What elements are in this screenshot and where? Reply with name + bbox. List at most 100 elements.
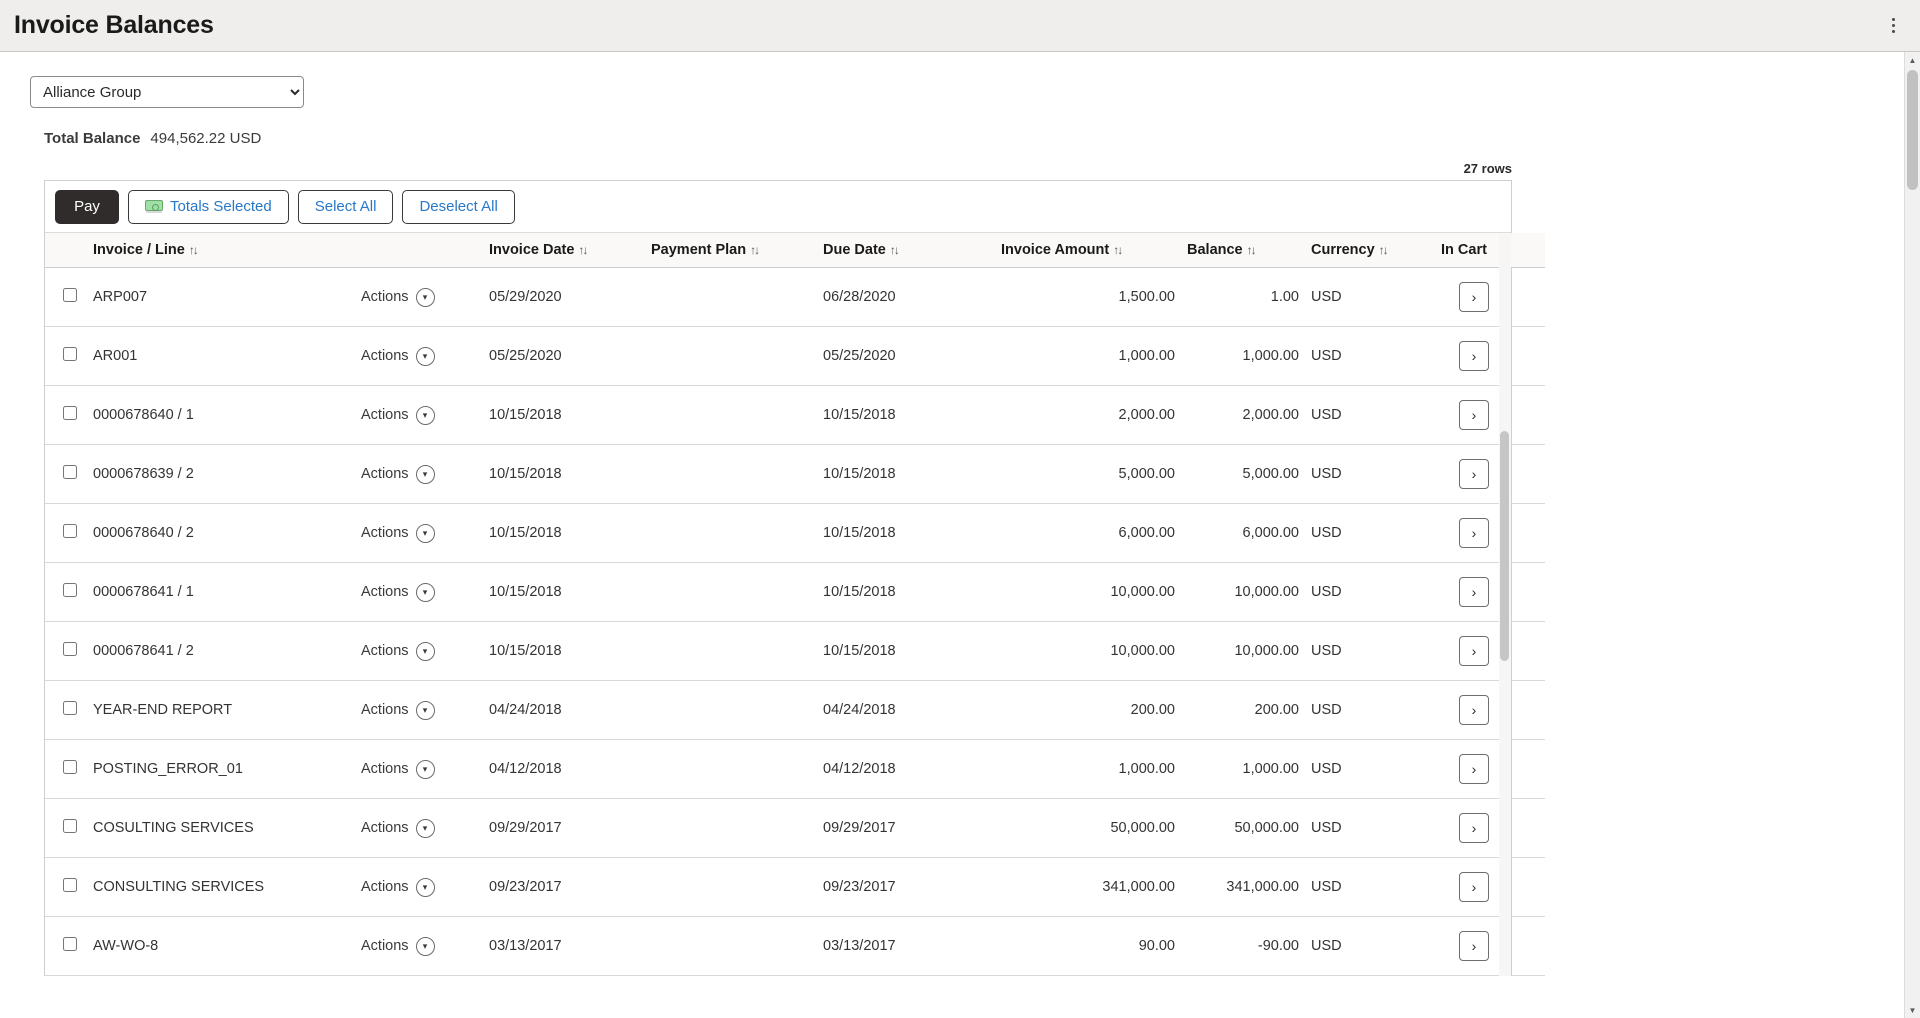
totals-selected-button[interactable]: Totals Selected bbox=[128, 190, 289, 224]
column-header-payment-plan[interactable]: Payment Plan↑↓ bbox=[645, 233, 817, 268]
row-detail-chevron-button[interactable]: › bbox=[1459, 400, 1489, 430]
chevron-down-icon[interactable]: ▾ bbox=[416, 288, 435, 307]
actions-menu-trigger[interactable]: Actions▾ bbox=[361, 406, 435, 425]
sort-icon-invoice-line[interactable]: ↑↓ bbox=[189, 243, 197, 257]
cell-actions[interactable]: Actions▾ bbox=[355, 386, 483, 445]
chevron-down-icon[interactable]: ▾ bbox=[416, 347, 435, 366]
cell-invoice-line[interactable]: 0000678639 / 2 bbox=[87, 445, 355, 504]
cell-in-cart[interactable]: › bbox=[1435, 799, 1545, 858]
row-select-checkbox[interactable] bbox=[63, 937, 77, 951]
cell-in-cart[interactable]: › bbox=[1435, 740, 1545, 799]
cell-invoice-line[interactable]: CONSULTING SERVICES bbox=[87, 858, 355, 917]
actions-menu-trigger[interactable]: Actions▾ bbox=[361, 760, 435, 779]
cell-invoice-line[interactable]: POSTING_ERROR_01 bbox=[87, 740, 355, 799]
actions-menu-trigger[interactable]: Actions▾ bbox=[361, 878, 435, 897]
row-select-checkbox[interactable] bbox=[63, 524, 77, 538]
sort-icon-due-date[interactable]: ↑↓ bbox=[890, 243, 898, 257]
chevron-down-icon[interactable]: ▾ bbox=[416, 937, 435, 956]
cell-in-cart[interactable]: › bbox=[1435, 917, 1545, 976]
row-select-checkbox[interactable] bbox=[63, 288, 77, 302]
sort-icon-invoice-amount[interactable]: ↑↓ bbox=[1113, 243, 1121, 257]
chevron-down-icon[interactable]: ▾ bbox=[416, 465, 435, 484]
sort-icon-currency[interactable]: ↑↓ bbox=[1379, 243, 1387, 257]
row-checkbox-cell[interactable] bbox=[45, 445, 87, 504]
chevron-down-icon[interactable]: ▾ bbox=[416, 701, 435, 720]
actions-menu-trigger[interactable]: Actions▾ bbox=[361, 642, 435, 661]
actions-menu-trigger[interactable]: Actions▾ bbox=[361, 937, 435, 956]
row-select-checkbox[interactable] bbox=[63, 878, 77, 892]
row-detail-chevron-button[interactable]: › bbox=[1459, 931, 1489, 961]
chevron-down-icon[interactable]: ▾ bbox=[416, 524, 435, 543]
actions-menu-trigger[interactable]: Actions▾ bbox=[361, 701, 435, 720]
row-detail-chevron-button[interactable]: › bbox=[1459, 813, 1489, 843]
chevron-down-icon[interactable]: ▾ bbox=[416, 819, 435, 838]
cell-actions[interactable]: Actions▾ bbox=[355, 445, 483, 504]
row-select-checkbox[interactable] bbox=[63, 406, 77, 420]
column-header-invoice-line[interactable]: Invoice / Line↑↓ bbox=[87, 233, 355, 268]
cell-actions[interactable]: Actions▾ bbox=[355, 858, 483, 917]
column-header-currency[interactable]: Currency↑↓ bbox=[1305, 233, 1435, 268]
row-checkbox-cell[interactable] bbox=[45, 563, 87, 622]
cell-actions[interactable]: Actions▾ bbox=[355, 504, 483, 563]
cell-invoice-line[interactable]: ARP007 bbox=[87, 268, 355, 327]
row-checkbox-cell[interactable] bbox=[45, 740, 87, 799]
cell-in-cart[interactable]: › bbox=[1435, 386, 1545, 445]
actions-menu-trigger[interactable]: Actions▾ bbox=[361, 288, 435, 307]
row-checkbox-cell[interactable] bbox=[45, 504, 87, 563]
row-detail-chevron-button[interactable]: › bbox=[1459, 695, 1489, 725]
cell-in-cart[interactable]: › bbox=[1435, 681, 1545, 740]
kebab-menu-icon[interactable] bbox=[1882, 13, 1904, 39]
cell-invoice-line[interactable]: 0000678641 / 1 bbox=[87, 563, 355, 622]
grid-vertical-scrollbar[interactable] bbox=[1499, 234, 1511, 976]
cell-actions[interactable]: Actions▾ bbox=[355, 327, 483, 386]
page-vertical-scrollbar[interactable]: ▲ ▼ bbox=[1904, 52, 1920, 1018]
cell-actions[interactable]: Actions▾ bbox=[355, 681, 483, 740]
cell-invoice-line[interactable]: AR001 bbox=[87, 327, 355, 386]
row-detail-chevron-button[interactable]: › bbox=[1459, 282, 1489, 312]
cell-actions[interactable]: Actions▾ bbox=[355, 268, 483, 327]
row-detail-chevron-button[interactable]: › bbox=[1459, 459, 1489, 489]
sort-icon-payment-plan[interactable]: ↑↓ bbox=[750, 243, 758, 257]
row-checkbox-cell[interactable] bbox=[45, 799, 87, 858]
column-header-invoice-date[interactable]: Invoice Date↑↓ bbox=[483, 233, 645, 268]
row-detail-chevron-button[interactable]: › bbox=[1459, 577, 1489, 607]
column-header-invoice-amount[interactable]: Invoice Amount↑↓ bbox=[995, 233, 1181, 268]
scroll-up-arrow-icon[interactable]: ▲ bbox=[1905, 52, 1920, 68]
row-select-checkbox[interactable] bbox=[63, 701, 77, 715]
cell-in-cart[interactable]: › bbox=[1435, 563, 1545, 622]
actions-menu-trigger[interactable]: Actions▾ bbox=[361, 465, 435, 484]
row-detail-chevron-button[interactable]: › bbox=[1459, 518, 1489, 548]
cell-actions[interactable]: Actions▾ bbox=[355, 622, 483, 681]
row-detail-chevron-button[interactable]: › bbox=[1459, 341, 1489, 371]
row-detail-chevron-button[interactable]: › bbox=[1459, 636, 1489, 666]
row-checkbox-cell[interactable] bbox=[45, 327, 87, 386]
row-detail-chevron-button[interactable]: › bbox=[1459, 754, 1489, 784]
row-checkbox-cell[interactable] bbox=[45, 622, 87, 681]
pay-button[interactable]: Pay bbox=[55, 190, 119, 224]
row-select-checkbox[interactable] bbox=[63, 583, 77, 597]
chevron-down-icon[interactable]: ▾ bbox=[416, 642, 435, 661]
chevron-down-icon[interactable]: ▾ bbox=[416, 406, 435, 425]
cell-actions[interactable]: Actions▾ bbox=[355, 917, 483, 976]
row-select-checkbox[interactable] bbox=[63, 465, 77, 479]
cell-in-cart[interactable]: › bbox=[1435, 622, 1545, 681]
cell-in-cart[interactable]: › bbox=[1435, 327, 1545, 386]
actions-menu-trigger[interactable]: Actions▾ bbox=[361, 524, 435, 543]
row-checkbox-cell[interactable] bbox=[45, 858, 87, 917]
actions-menu-trigger[interactable]: Actions▾ bbox=[361, 347, 435, 366]
row-checkbox-cell[interactable] bbox=[45, 386, 87, 445]
row-checkbox-cell[interactable] bbox=[45, 268, 87, 327]
business-unit-select[interactable]: Alliance Group bbox=[30, 76, 304, 108]
cell-in-cart[interactable]: › bbox=[1435, 858, 1545, 917]
sort-icon-balance[interactable]: ↑↓ bbox=[1247, 243, 1255, 257]
scroll-down-arrow-icon[interactable]: ▼ bbox=[1905, 1002, 1920, 1018]
cell-invoice-line[interactable]: 0000678640 / 2 bbox=[87, 504, 355, 563]
cell-actions[interactable]: Actions▾ bbox=[355, 563, 483, 622]
cell-invoice-line[interactable]: COSULTING SERVICES bbox=[87, 799, 355, 858]
actions-menu-trigger[interactable]: Actions▾ bbox=[361, 583, 435, 602]
deselect-all-button[interactable]: Deselect All bbox=[402, 190, 514, 224]
row-select-checkbox[interactable] bbox=[63, 760, 77, 774]
select-all-button[interactable]: Select All bbox=[298, 190, 394, 224]
page-scrollbar-thumb[interactable] bbox=[1907, 70, 1918, 190]
cell-invoice-line[interactable]: AW-WO-8 bbox=[87, 917, 355, 976]
